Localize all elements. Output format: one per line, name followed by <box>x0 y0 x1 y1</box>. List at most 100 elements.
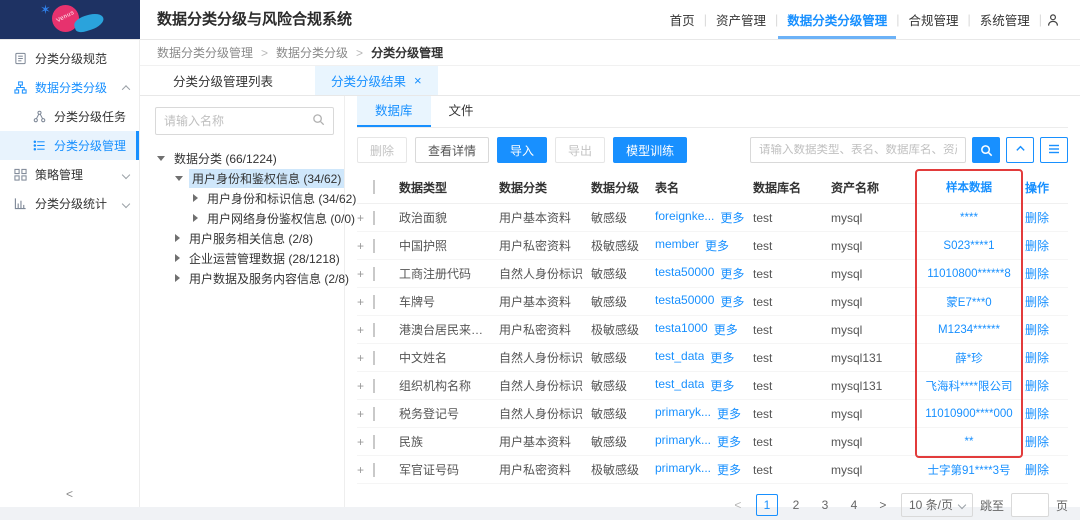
more-link[interactable]: 更多 <box>720 293 744 310</box>
page-button-4[interactable]: 4 <box>843 494 865 516</box>
table-name-link[interactable]: primaryk... <box>655 405 711 422</box>
more-link[interactable]: 更多 <box>720 265 744 282</box>
prev-page-button[interactable]: < <box>727 494 749 516</box>
more-link[interactable]: 更多 <box>720 209 744 226</box>
table-search-input[interactable] <box>759 144 957 156</box>
row-expander[interactable]: + <box>357 351 373 365</box>
page-button-1[interactable]: 1 <box>756 494 778 516</box>
nav-item-2[interactable]: 资产管理 <box>707 0 775 39</box>
sidebar-item-5[interactable]: 策略管理 <box>0 160 139 189</box>
nav-item-4[interactable]: 合规管理 <box>899 0 967 39</box>
row-checkbox[interactable] <box>373 435 375 449</box>
table-name-link[interactable]: foreignke... <box>655 209 714 226</box>
row-checkbox[interactable] <box>373 239 375 253</box>
more-link[interactable]: 更多 <box>717 433 741 450</box>
nav-item-5[interactable]: 系统管理 <box>971 0 1039 39</box>
user-icon[interactable] <box>1042 0 1070 39</box>
table-name-link[interactable]: testa1000 <box>655 321 708 338</box>
toolbar-button-3[interactable]: 导入 <box>497 137 547 163</box>
toolbar-button-4[interactable]: 导出 <box>555 137 605 163</box>
row-checkbox[interactable] <box>373 295 375 309</box>
delete-link[interactable]: 删除 <box>1025 321 1061 338</box>
more-link[interactable]: 更多 <box>717 461 741 478</box>
breadcrumb-item-2[interactable]: 数据分类分级 <box>276 44 348 61</box>
delete-link[interactable]: 删除 <box>1025 405 1061 422</box>
tree-node-1[interactable]: 数据分类 (66/1224) <box>155 148 334 168</box>
tree-node-2[interactable]: 用户身份和鉴权信息 (34/62) <box>155 168 334 188</box>
toolbar-button-5[interactable]: 模型训练 <box>613 137 687 163</box>
table-name-link[interactable]: member <box>655 237 699 254</box>
toolbar-button-2[interactable]: 查看详情 <box>415 137 489 163</box>
tab-close-icon[interactable]: × <box>414 74 422 87</box>
row-expander[interactable]: + <box>357 295 373 309</box>
tree-caret-open-icon[interactable] <box>157 156 165 161</box>
delete-link[interactable]: 删除 <box>1025 293 1061 310</box>
tree-node-7[interactable]: 用户数据及服务内容信息 (2/8) <box>155 268 334 288</box>
sidebar-collapse-icon[interactable]: < <box>0 487 139 501</box>
search-button[interactable] <box>972 137 1000 163</box>
delete-link[interactable]: 删除 <box>1025 461 1061 478</box>
row-expander[interactable]: + <box>357 323 373 337</box>
tree-caret-closed-icon[interactable] <box>193 214 198 222</box>
row-expander[interactable]: + <box>357 379 373 393</box>
jump-page-input[interactable] <box>1011 493 1049 517</box>
tab-1[interactable]: 数据库 <box>357 96 431 127</box>
next-page-button[interactable]: > <box>872 494 894 516</box>
row-checkbox[interactable] <box>373 351 375 365</box>
table-name-link[interactable]: testa50000 <box>655 293 714 310</box>
sidebar-item-4[interactable]: 分类分级管理 <box>0 131 139 160</box>
tree-node-3[interactable]: 用户身份和标识信息 (34/62) <box>155 188 334 208</box>
page-button-2[interactable]: 2 <box>785 494 807 516</box>
sidebar-item-3[interactable]: 分类分级任务 <box>0 102 139 131</box>
page-tab-1[interactable]: 分类分级管理列表 <box>157 66 289 95</box>
tree-caret-closed-icon[interactable] <box>175 274 180 282</box>
collapse-filter-button[interactable] <box>1006 137 1034 163</box>
search-icon[interactable] <box>312 113 325 129</box>
nav-item-1[interactable]: 首页 <box>661 0 704 39</box>
delete-link[interactable]: 删除 <box>1025 433 1061 450</box>
nav-item-3[interactable]: 数据分类分级管理 <box>778 0 896 39</box>
row-checkbox[interactable] <box>373 211 375 225</box>
row-expander[interactable]: + <box>357 211 373 225</box>
delete-link[interactable]: 删除 <box>1025 237 1061 254</box>
table-name-link[interactable]: primaryk... <box>655 433 711 450</box>
sidebar-item-6[interactable]: 分类分级统计 <box>0 189 139 218</box>
page-button-3[interactable]: 3 <box>814 494 836 516</box>
row-expander[interactable]: + <box>357 267 373 281</box>
table-name-link[interactable]: testa50000 <box>655 265 714 282</box>
select-all-checkbox[interactable] <box>373 180 375 194</box>
row-expander[interactable]: + <box>357 463 373 477</box>
tree-caret-closed-icon[interactable] <box>175 254 180 262</box>
row-checkbox[interactable] <box>373 463 375 477</box>
tree-node-5[interactable]: 用户服务相关信息 (2/8) <box>155 228 334 248</box>
table-name-link[interactable]: test_data <box>655 377 704 394</box>
row-expander[interactable]: + <box>357 435 373 449</box>
more-link[interactable]: 更多 <box>714 321 738 338</box>
delete-link[interactable]: 删除 <box>1025 349 1061 366</box>
row-expander[interactable]: + <box>357 239 373 253</box>
tree-node-4[interactable]: 用户网络身份鉴权信息 (0/0) <box>155 208 334 228</box>
more-link[interactable]: 更多 <box>710 349 734 366</box>
tree-caret-closed-icon[interactable] <box>193 194 198 202</box>
delete-link[interactable]: 删除 <box>1025 209 1061 226</box>
more-link[interactable]: 更多 <box>705 237 729 254</box>
page-tab-2[interactable]: 分类分级结果× <box>315 66 438 95</box>
page-size-select[interactable]: 10 条/页 <box>901 493 973 517</box>
column-settings-button[interactable] <box>1040 137 1068 163</box>
row-expander[interactable]: + <box>357 407 373 421</box>
table-name-link[interactable]: primaryk... <box>655 461 711 478</box>
row-checkbox[interactable] <box>373 379 375 393</box>
row-checkbox[interactable] <box>373 323 375 337</box>
tree-caret-closed-icon[interactable] <box>175 234 180 242</box>
tree-search-input[interactable] <box>164 114 312 128</box>
tab-2[interactable]: 文件 <box>431 96 492 127</box>
sidebar-item-2[interactable]: 数据分类分级 <box>0 73 139 102</box>
delete-link[interactable]: 删除 <box>1025 265 1061 282</box>
toolbar-button-1[interactable]: 删除 <box>357 137 407 163</box>
row-checkbox[interactable] <box>373 267 375 281</box>
table-name-link[interactable]: test_data <box>655 349 704 366</box>
delete-link[interactable]: 删除 <box>1025 377 1061 394</box>
breadcrumb-item-1[interactable]: 数据分类分级管理 <box>157 44 253 61</box>
sidebar-item-1[interactable]: 分类分级规范 <box>0 44 139 73</box>
more-link[interactable]: 更多 <box>717 405 741 422</box>
